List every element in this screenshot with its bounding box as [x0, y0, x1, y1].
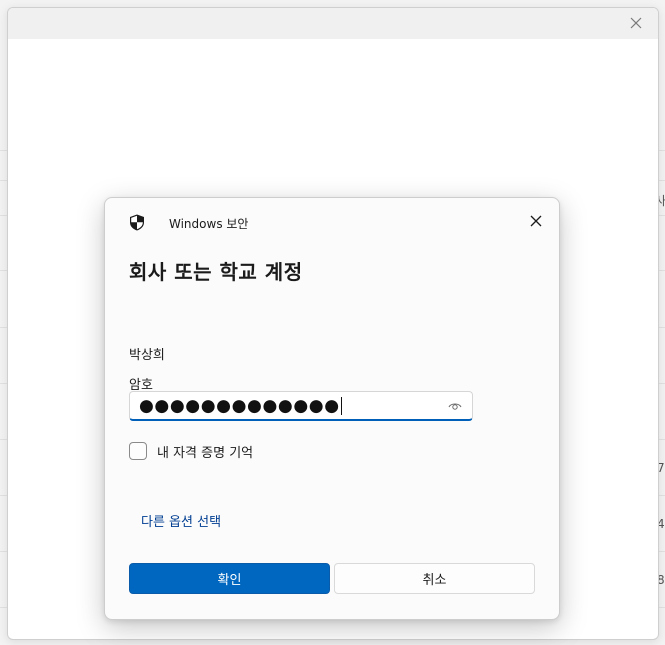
desktop-stage: 사 7 4 8 2025-09-03 Windows 보안 회사 또는 학교 계… [0, 0, 665, 645]
remember-label: 내 자격 증명 기억 [157, 445, 254, 461]
password-field[interactable]: ●●●●●●●●●●●●● [129, 391, 473, 421]
dialog-app-title: Windows 보안 [169, 217, 249, 231]
dialog-header: Windows 보안 [105, 198, 559, 244]
close-icon[interactable] [628, 15, 644, 31]
password-mask: ●●●●●●●●●●●●● [139, 396, 340, 416]
dialog-heading: 회사 또는 학교 계정 [129, 260, 303, 284]
remember-checkbox[interactable] [129, 442, 147, 460]
credential-dialog: Windows 보안 회사 또는 학교 계정 박상희 암호 ●●●●●●●●●●… [104, 197, 560, 620]
close-icon[interactable] [529, 214, 543, 228]
remember-credentials[interactable]: 내 자격 증명 기억 [129, 441, 253, 461]
cancel-button[interactable]: 취소 [334, 563, 535, 594]
password-value: ●●●●●●●●●●●●● [139, 394, 342, 418]
text-caret [340, 397, 342, 415]
shield-icon [130, 214, 144, 231]
host-titlebar [8, 8, 658, 39]
ok-button[interactable]: 확인 [129, 563, 330, 594]
other-options-link[interactable]: 다른 옵션 선택 [141, 511, 221, 530]
eye-icon[interactable] [448, 400, 462, 412]
account-username: 박상희 [129, 348, 165, 363]
